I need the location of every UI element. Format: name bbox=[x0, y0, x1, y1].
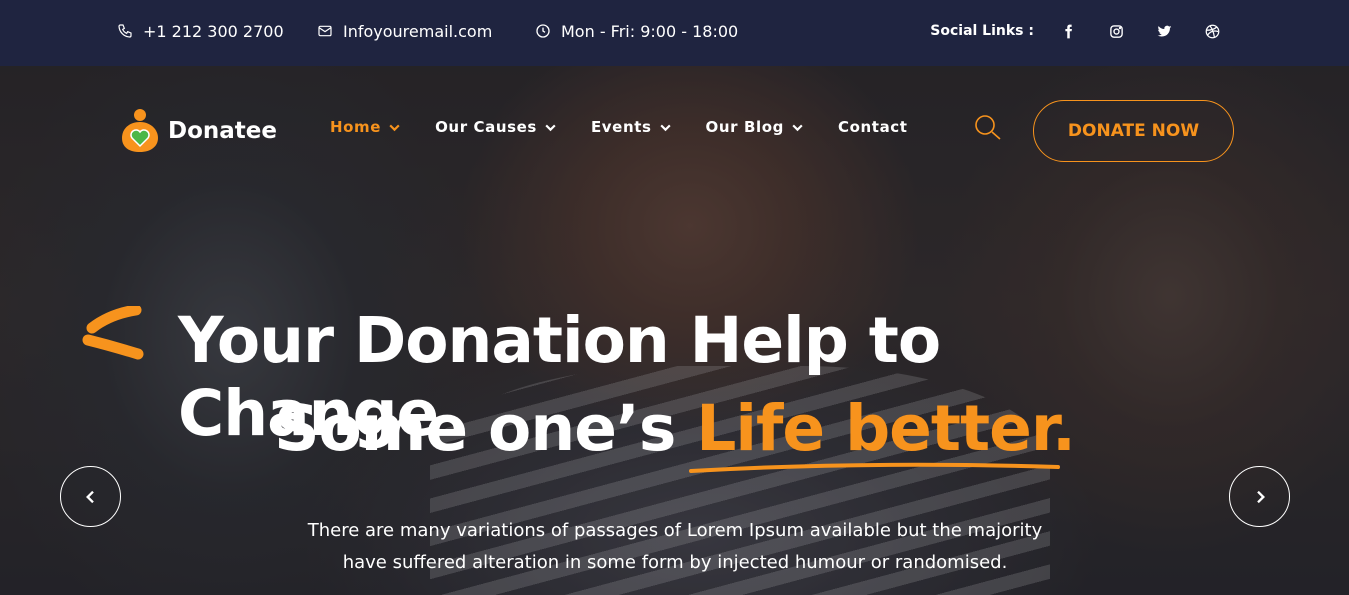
donatee-logo-icon bbox=[122, 109, 158, 152]
facebook-icon[interactable] bbox=[1044, 24, 1092, 39]
nav-item-events[interactable]: Events bbox=[591, 118, 672, 136]
main-nav: Home Our Causes Events Our Blog Contact bbox=[330, 118, 942, 136]
nav-label: Events bbox=[590, 118, 652, 136]
slider-next-button[interactable] bbox=[1229, 466, 1290, 527]
chevron-right-icon bbox=[1256, 490, 1265, 503]
chevron-down-icon bbox=[792, 124, 803, 131]
nav-item-our-blog[interactable]: Our Blog bbox=[706, 118, 804, 136]
email-contact[interactable]: Infoyouremail.com bbox=[317, 0, 492, 62]
highlight-underline bbox=[689, 462, 1060, 473]
chevron-down-icon bbox=[389, 124, 400, 131]
chevron-left-icon bbox=[85, 490, 94, 503]
search-icon[interactable] bbox=[974, 114, 1002, 142]
chevron-down-icon bbox=[659, 124, 671, 131]
donate-now-button[interactable]: DONATE NOW bbox=[1033, 100, 1234, 162]
nav-item-our-causes[interactable]: Our Causes bbox=[435, 118, 557, 136]
nav-label: Home bbox=[330, 118, 382, 136]
dribbble-icon[interactable] bbox=[1188, 24, 1236, 39]
nav-item-contact[interactable]: Contact bbox=[838, 118, 908, 136]
top-bar: +1 212 300 2700 Infoyouremail.com Mon - … bbox=[0, 0, 1349, 66]
nav-label: Contact bbox=[838, 118, 908, 136]
hero-headline-line2: Some one’s Life better. bbox=[0, 392, 1349, 465]
office-hours: Mon - Fri: 9:00 - 18:00 bbox=[535, 0, 738, 62]
slider-prev-button[interactable] bbox=[60, 466, 121, 527]
brand-logo[interactable]: Donatee bbox=[120, 108, 277, 154]
phone-contact[interactable]: +1 212 300 2700 bbox=[117, 0, 284, 62]
nav-label: Our Blog bbox=[705, 118, 784, 136]
social-links: Social Links : bbox=[930, 0, 1236, 62]
instagram-icon[interactable] bbox=[1092, 24, 1140, 39]
hero-subtext: There are many variations of passages of… bbox=[307, 520, 1043, 573]
chevron-down-icon bbox=[545, 124, 556, 131]
phone-number: +1 212 300 2700 bbox=[143, 21, 284, 41]
hero-section: Donatee Home Our Causes Events Our Blog … bbox=[0, 66, 1349, 595]
brand-name: Donatee bbox=[168, 118, 277, 144]
social-label: Social Links : bbox=[930, 23, 1034, 39]
twitter-icon[interactable] bbox=[1140, 24, 1188, 39]
phone-icon bbox=[118, 24, 132, 38]
clock-icon bbox=[536, 24, 550, 38]
headline-prefix: Some one’s bbox=[274, 392, 697, 465]
nav-item-home[interactable]: Home bbox=[330, 118, 401, 136]
hours-text: Mon - Fri: 9:00 - 18:00 bbox=[561, 21, 739, 41]
headline-highlight: Life better. bbox=[696, 392, 1076, 465]
email-address: Infoyouremail.com bbox=[343, 21, 493, 41]
decorative-strokes-icon bbox=[82, 306, 144, 360]
nav-label: Our Causes bbox=[435, 118, 537, 136]
mail-icon bbox=[318, 25, 332, 37]
